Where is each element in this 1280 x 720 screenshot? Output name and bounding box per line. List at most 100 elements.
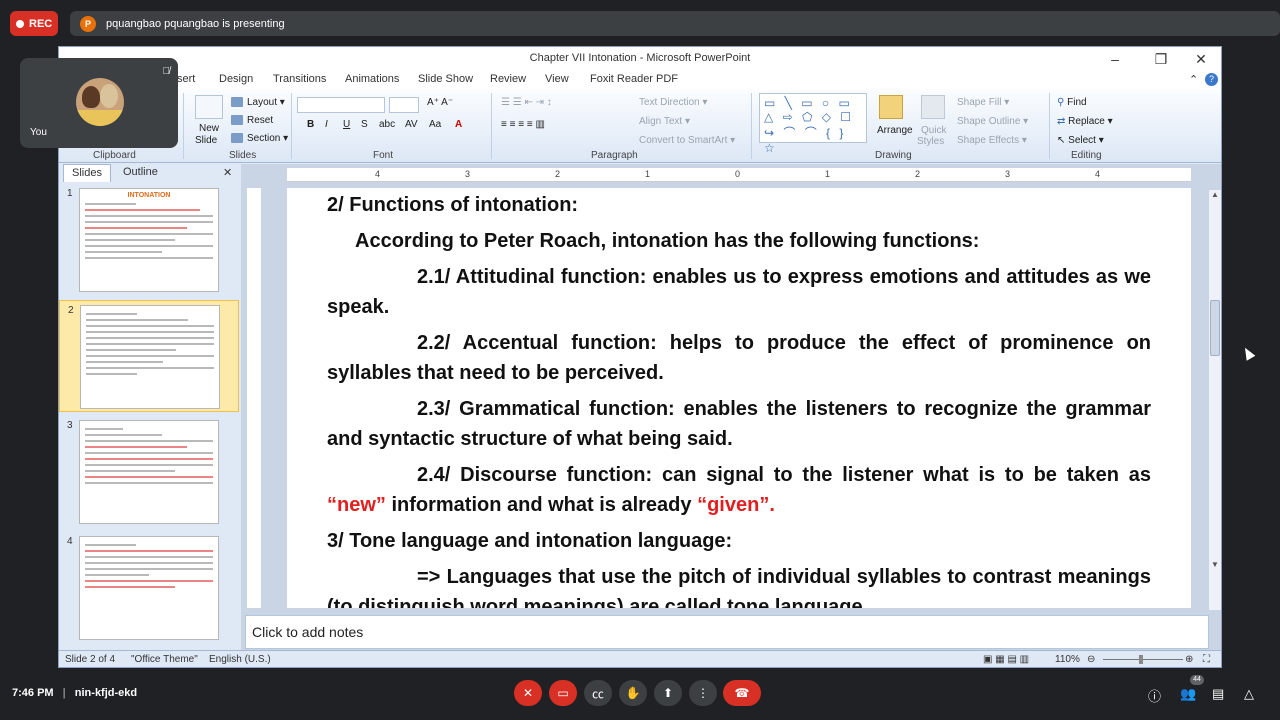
view-buttons[interactable]: ▣ ▦ ▤ ▥ — [983, 654, 1029, 665]
mic-off-icon: ✕ — [522, 686, 534, 700]
slide-thumbnail-4[interactable]: 4 — [59, 532, 239, 644]
clipboard-group-label: Clipboard — [93, 150, 136, 161]
underline-button[interactable]: U — [343, 119, 350, 130]
thumbnail-image — [79, 536, 219, 640]
camera-toggle-button[interactable]: ▭ — [549, 680, 577, 706]
tab-review[interactable]: Review — [490, 73, 526, 85]
shape-fill-button[interactable]: Shape Fill ▾ — [957, 97, 1009, 108]
tab-outline[interactable]: Outline — [115, 164, 166, 182]
vertical-scrollbar[interactable]: ▲ ▼ — [1209, 190, 1221, 610]
thumbnail-image — [79, 420, 219, 524]
leave-call-button[interactable]: ☎ — [723, 680, 761, 706]
grow-font-icon[interactable]: A⁺ A⁻ — [427, 97, 453, 108]
shape-effects-button[interactable]: Shape Effects ▾ — [957, 135, 1027, 146]
ribbon-collapse-icon[interactable]: ⌃ — [1189, 73, 1198, 86]
arrange-icon[interactable] — [879, 95, 903, 119]
font-color-button[interactable]: A — [455, 119, 462, 130]
present-button[interactable]: ⬆ — [654, 680, 682, 706]
window-title: Chapter VII Intonation - Microsoft Power… — [529, 52, 751, 64]
quick-styles-icon[interactable] — [921, 95, 945, 119]
discourse-function: 2.4/ Discourse function: can signal to t… — [327, 460, 1151, 520]
close-button[interactable]: ✕ — [1191, 50, 1211, 68]
align-text-button[interactable]: Align Text ▾ — [639, 116, 690, 127]
tab-foxit[interactable]: Foxit Reader PDF — [590, 73, 678, 85]
raise-hand-button[interactable]: ✋ — [619, 680, 647, 706]
activities-icon[interactable]: △ — [1244, 686, 1254, 702]
info-icon[interactable]: ⓘ — [1148, 686, 1161, 705]
slide-thumbnail-3[interactable]: 3 — [59, 416, 239, 528]
mic-off-icon: 🎙̸ — [162, 66, 171, 77]
shadow-button[interactable]: S — [361, 119, 368, 130]
convert-smartart-button[interactable]: Convert to SmartArt ▾ — [639, 135, 735, 146]
layout-button[interactable]: Layout ▾ — [231, 97, 285, 108]
shapes-gallery[interactable]: ▭ ╲ ▭ ○ ▭ △ ⇨ ⬠ ◇ ☐ ↪ ⌒ ⌒ { } ☆ — [759, 93, 867, 155]
text-direction-button[interactable]: Text Direction ▾ — [639, 97, 707, 108]
slide-thumbnail-1[interactable]: 1 INTONATION — [59, 184, 239, 296]
language-indicator[interactable]: English (U.S.) — [209, 654, 271, 665]
shape-outline-button[interactable]: Shape Outline ▾ — [957, 116, 1028, 127]
new-slide-label2[interactable]: Slide — [195, 135, 217, 146]
zoom-level[interactable]: 110% — [1055, 654, 1080, 665]
bullets-icon[interactable]: ☰ ☰ ⇤ ⇥ ↕ — [501, 97, 552, 108]
tab-insert[interactable]: sert — [177, 73, 195, 85]
strikethrough-button[interactable]: abc — [379, 119, 395, 130]
chat-icon[interactable]: ▤ — [1212, 686, 1224, 702]
slide-number: 3 — [67, 420, 73, 431]
new-slide-label[interactable]: New — [199, 123, 219, 134]
zoom-slider-handle[interactable] — [1139, 655, 1143, 664]
select-button[interactable]: ↖ Select ▾ — [1057, 135, 1104, 146]
mic-toggle-button[interactable]: ✕ — [514, 680, 542, 706]
font-size-select[interactable] — [389, 97, 419, 113]
slides-group-label: Slides — [229, 150, 257, 161]
quick-styles-label[interactable]: Quick — [921, 125, 947, 136]
self-view-tile[interactable]: You 🎙̸ — [20, 58, 178, 148]
ribbon: Clipboard New Slide Layout ▾ Reset Secti… — [59, 89, 1221, 163]
restore-button[interactable]: ❐ — [1151, 50, 1171, 68]
find-button[interactable]: ⚲ Find — [1057, 97, 1087, 108]
people-icon[interactable]: 👥 — [1180, 686, 1196, 702]
powerpoint-window: Chapter VII Intonation - Microsoft Power… — [58, 46, 1222, 668]
attitudinal-function: 2.1/ Attitudinal function: enables us to… — [327, 266, 1151, 318]
italic-button[interactable]: I — [325, 119, 328, 130]
zoom-slider[interactable] — [1103, 659, 1183, 660]
new-slide-icon[interactable] — [195, 95, 223, 119]
close-pane-icon[interactable]: ✕ — [219, 164, 236, 182]
fit-slide-icon[interactable]: ⛶ — [1203, 654, 1210, 665]
captions-button[interactable]: ㏄ — [584, 680, 612, 706]
replace-button[interactable]: ⇄ Replace ▾ — [1057, 116, 1113, 127]
tab-slide-show[interactable]: Slide Show — [418, 73, 473, 85]
mouse-cursor-icon — [1240, 345, 1256, 361]
hang-up-icon: ☎ — [734, 686, 750, 700]
slide-text-box[interactable]: 2/ Functions of intonation: According to… — [327, 188, 1151, 608]
align-icons[interactable]: ≡ ≡ ≡ ≡ ▥ — [501, 119, 545, 130]
minimize-button[interactable]: – — [1105, 50, 1125, 68]
slide-canvas[interactable]: 2/ Functions of intonation: According to… — [287, 188, 1191, 608]
change-case-button[interactable]: Aa — [429, 119, 441, 130]
zoom-out-icon[interactable]: ⊖ — [1087, 654, 1095, 665]
slide-editor: 4 3 2 1 0 1 2 3 4 2/ Functions of intona… — [241, 164, 1221, 654]
font-name-select[interactable] — [297, 97, 385, 113]
presenting-text: pquangbao pquangbao is presenting — [106, 17, 285, 30]
reset-button[interactable]: Reset — [231, 115, 273, 126]
spacing-button[interactable]: AV — [405, 119, 418, 130]
more-options-button[interactable]: ⋮ — [689, 680, 717, 706]
zoom-in-icon[interactable]: ⊕ — [1185, 654, 1193, 665]
scroll-up-icon[interactable]: ▲ — [1209, 190, 1221, 199]
section-button[interactable]: Section ▾ — [231, 133, 288, 144]
slide-thumbnail-2[interactable]: 2 — [59, 300, 239, 412]
tab-design[interactable]: Design — [219, 73, 253, 85]
tab-animations[interactable]: Animations — [345, 73, 399, 85]
tab-view[interactable]: View — [545, 73, 569, 85]
arrange-label[interactable]: Arrange — [877, 125, 913, 136]
notes-pane[interactable]: Click to add notes — [245, 615, 1209, 649]
bold-button[interactable]: B — [307, 119, 314, 130]
reset-icon — [231, 115, 243, 126]
tab-transitions[interactable]: Transitions — [273, 73, 326, 85]
quick-styles-label2[interactable]: Styles — [917, 136, 944, 147]
help-icon[interactable]: ? — [1205, 73, 1218, 86]
heading-tone-language: 3/ Tone language and intonation language… — [327, 530, 733, 552]
record-dot-icon — [16, 19, 24, 28]
scroll-down-icon[interactable]: ▼ — [1209, 560, 1221, 569]
scrollbar-thumb[interactable] — [1210, 300, 1220, 356]
tab-slides[interactable]: Slides — [63, 164, 111, 182]
